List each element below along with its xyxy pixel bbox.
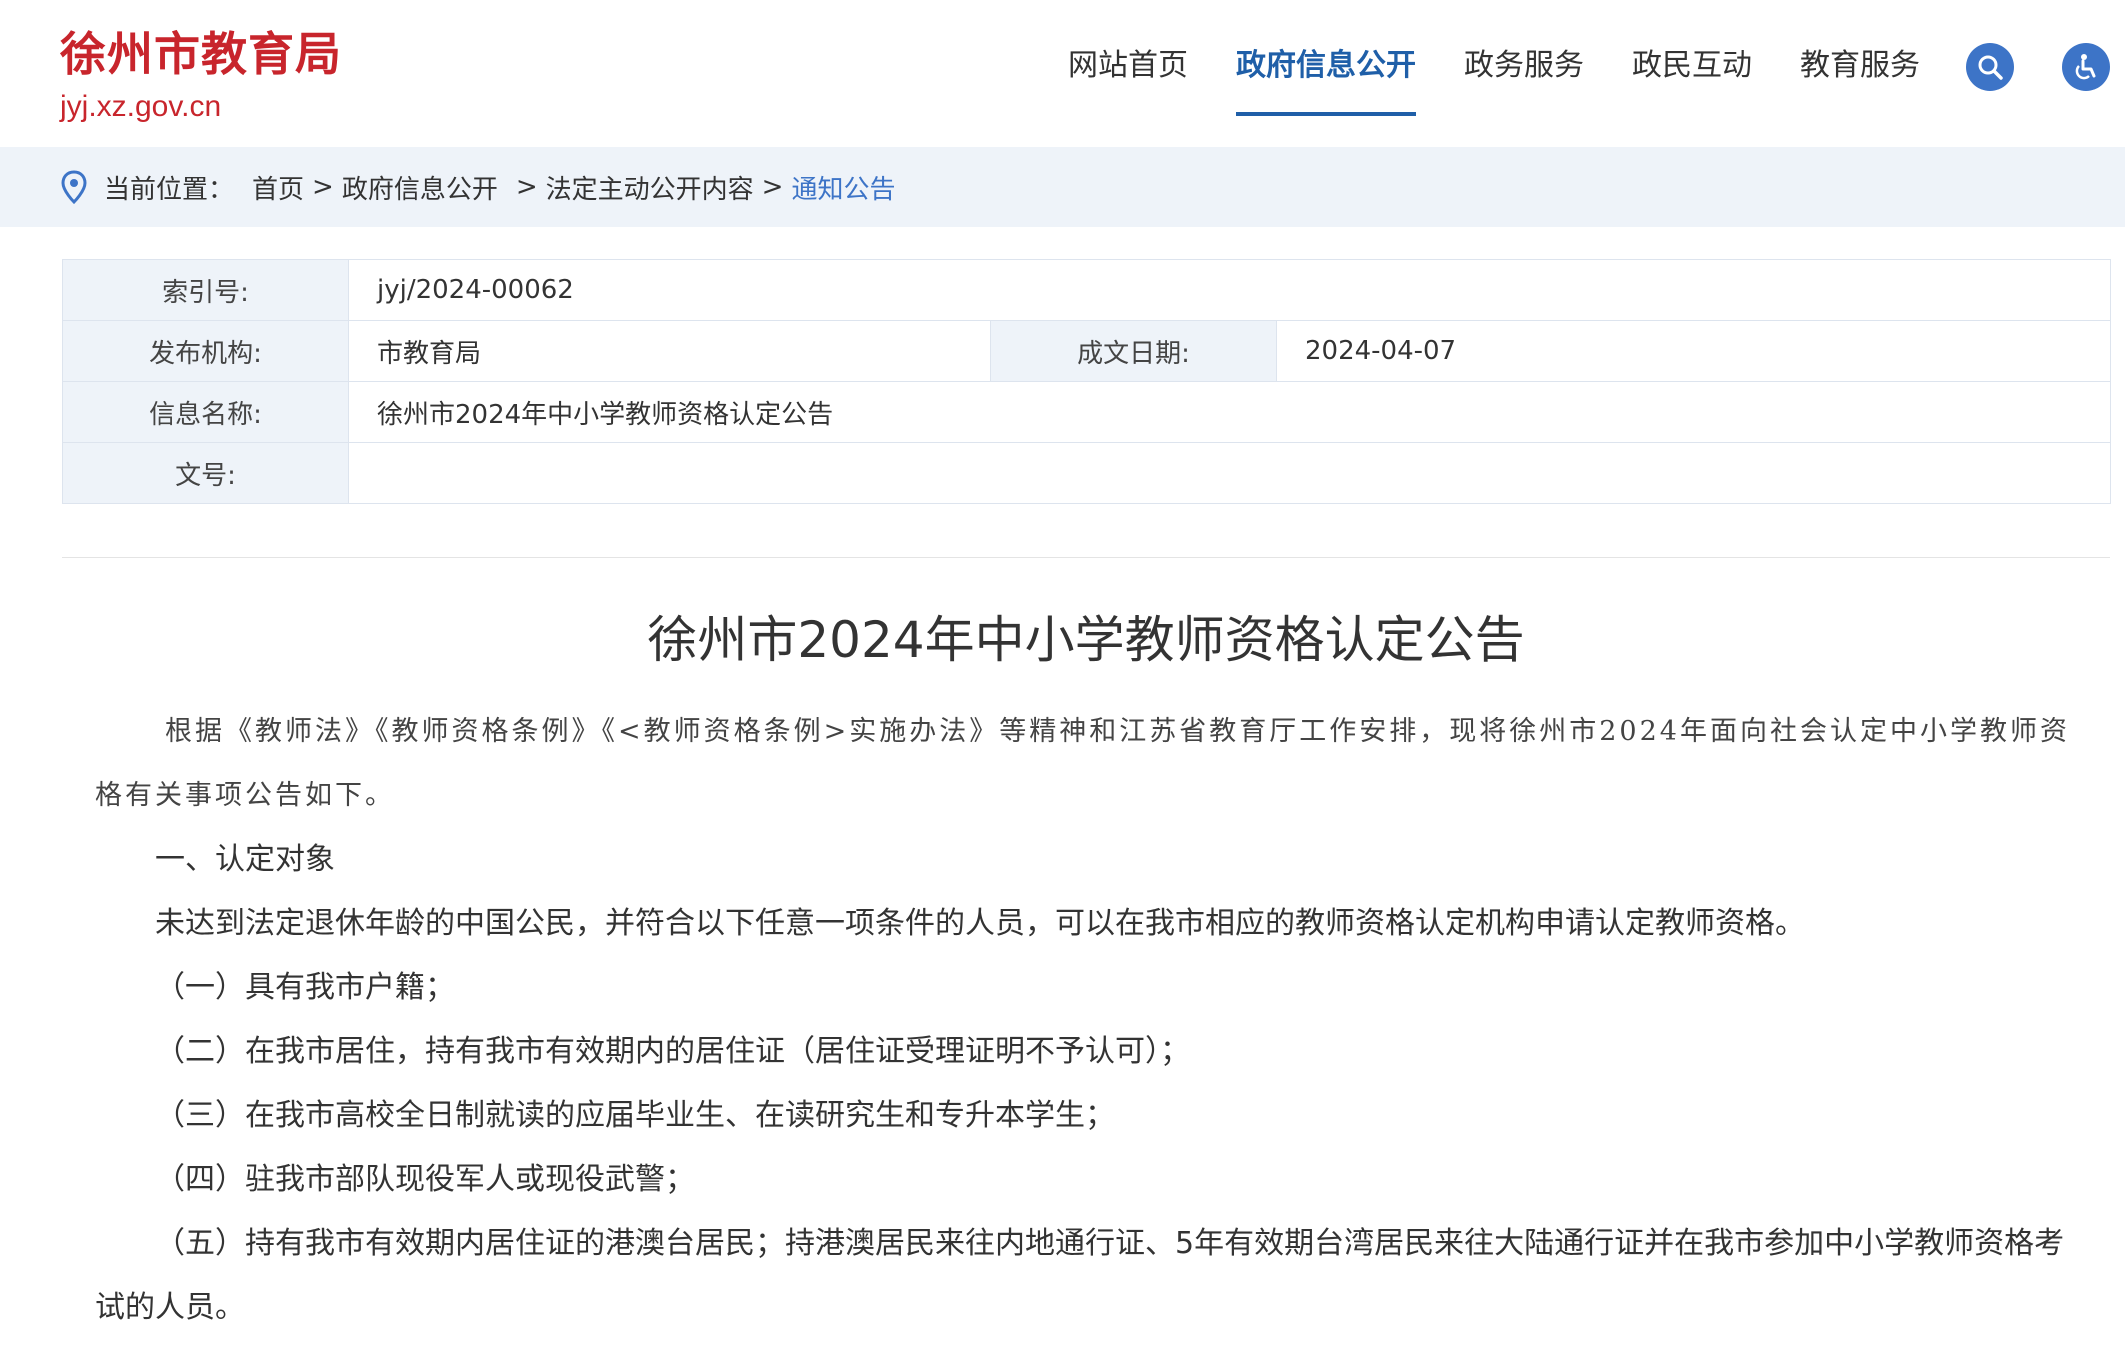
meta-row-docno: 文号: [62, 442, 2112, 504]
document-meta-table: 索引号: jyj/2024-00062 发布机构: 市教育局 成文日期: 202… [62, 259, 2112, 504]
meta-name-value: 徐州市2024年中小学教师资格认定公告 [347, 381, 2112, 443]
meta-index-label: 索引号: [62, 259, 349, 321]
site-domain: jyj.xz.gov.cn [60, 90, 222, 123]
meta-publisher-value: 市教育局 [348, 320, 991, 382]
location-pin-icon [61, 170, 87, 204]
meta-name-label: 信息名称: [62, 381, 349, 443]
meta-date-value: 2024-04-07 [1275, 320, 2112, 382]
list-item: （五）持有我市有效期内居住证的港澳台居民；持港澳居民来往内地通行证、5年有效期台… [95, 1226, 2065, 1325]
meta-row-name: 信息名称: 徐州市2024年中小学教师资格认定公告 [62, 381, 2112, 443]
nav-item-gov-info[interactable]: 政府信息公开 [1236, 48, 1416, 147]
list-item: （一）具有我市户籍； [155, 970, 455, 1005]
site-header: 徐州市教育局 jyj.xz.gov.cn 网站首页 政府信息公开 政务服务 政民… [0, 0, 2125, 147]
meta-docno-label: 文号: [62, 442, 349, 504]
accessibility-icon [2075, 54, 2096, 80]
breadcrumb-item-notices[interactable]: 通知公告 [791, 169, 895, 206]
meta-row-publisher: 发布机构: 市教育局 成文日期: 2024-04-07 [62, 320, 2112, 382]
accessibility-button[interactable] [2062, 43, 2110, 91]
search-button[interactable] [1966, 43, 2014, 91]
nav-item-edu-services[interactable]: 教育服务 [1800, 48, 1920, 147]
meta-row-index: 索引号: jyj/2024-00062 [62, 259, 2112, 321]
search-icon [1978, 55, 2003, 80]
section-description: 未达到法定退休年龄的中国公民，并符合以下任意一项条件的人员，可以在我市相应的教师… [155, 906, 1805, 941]
article-intro: 根据《教师法》《教师资格条例》《<教师资格条例>实施办法》等精神和江苏省教育厅工… [95, 716, 2070, 811]
meta-publisher-label: 发布机构: [62, 320, 349, 382]
section-heading: 一、认定对象 [155, 842, 335, 877]
list-item: （三）在我市高校全日制就读的应届毕业生、在读研究生和专升本学生； [155, 1098, 1115, 1133]
breadcrumb-separator: > [312, 172, 334, 202]
breadcrumb-separator: > [515, 172, 538, 202]
meta-docno-value [347, 442, 2112, 504]
breadcrumb-separator: > [761, 172, 784, 202]
main-nav: 网站首页 政府信息公开 政务服务 政民互动 教育服务 [1068, 0, 1968, 147]
meta-index-value: jyj/2024-00062 [347, 259, 2112, 321]
article-title: 徐州市2024年中小学教师资格认定公告 [647, 611, 1525, 669]
nav-item-home[interactable]: 网站首页 [1068, 48, 1188, 147]
breadcrumb-item-gov-info[interactable]: 政府信息公开 [342, 169, 498, 206]
content-divider [62, 557, 2110, 558]
nav-item-interaction[interactable]: 政民互动 [1632, 48, 1752, 147]
site-title[interactable]: 徐州市教育局 [60, 26, 342, 82]
list-item: （二）在我市居住，持有我市有效期内的居住证（居住证受理证明不予认可）； [155, 1034, 1190, 1069]
article-body: 根据《教师法》《教师资格条例》《<教师资格条例>实施办法》等精神和江苏省教育厅工… [95, 700, 2080, 1340]
meta-date-label: 成文日期: [990, 320, 1277, 382]
breadcrumb-label: 当前位置： [104, 174, 235, 205]
nav-item-gov-services[interactable]: 政务服务 [1464, 48, 1584, 147]
breadcrumb-item-home[interactable]: 首页 [252, 169, 304, 206]
list-item: （四）驻我市部队现役军人或现役武警； [155, 1162, 695, 1197]
breadcrumb-item-statutory[interactable]: 法定主动公开内容 [546, 169, 754, 206]
breadcrumb: 当前位置： 首页 > 政府信息公开 > 法定主动公开内容 > 通知公告 [0, 147, 2125, 227]
